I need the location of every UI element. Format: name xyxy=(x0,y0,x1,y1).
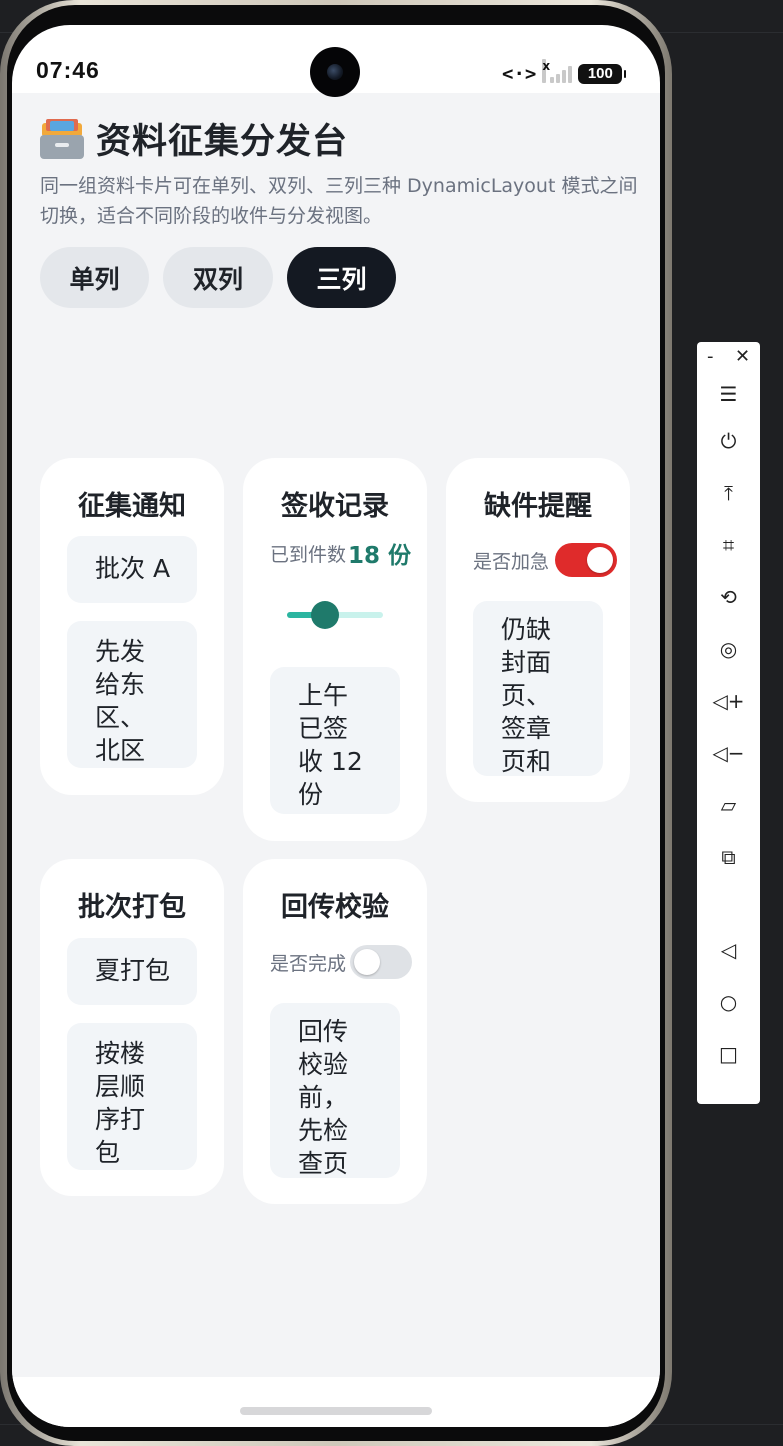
list-item: 仍缺封面页、签章页和 xyxy=(473,601,603,776)
list-item-text: 按楼层顺序打包 xyxy=(95,1039,146,1167)
home-icon[interactable]: ○ xyxy=(697,982,760,1022)
close-button[interactable]: ✕ xyxy=(735,346,750,367)
card-title: 回传校验 xyxy=(281,892,389,923)
back-icon[interactable]: ◁ xyxy=(697,930,760,970)
status-icons: <·> x 100 xyxy=(502,59,627,87)
minimize-button[interactable]: - xyxy=(707,346,714,367)
done-toggle[interactable] xyxy=(350,945,413,979)
list-item: 批次 A xyxy=(67,536,197,603)
list-item-text: 夏打包 xyxy=(95,956,171,985)
done-row: 是否完成 xyxy=(270,945,413,979)
signal-icon: x xyxy=(542,59,573,85)
card-file-box-icon xyxy=(40,118,84,159)
phone-screen: 07:46 <·> x 100 资料征集分发台 同一组资料卡片可在单列、双列、三… xyxy=(12,25,660,1427)
battery-icon: 100 xyxy=(578,64,627,84)
list-item-text: 先发给东区、北区 xyxy=(95,637,146,765)
card-verify: 回传校验 是否完成 回传校验前，先检查页 xyxy=(243,859,427,1204)
list-item-text: 仍缺封面页、签章页和 xyxy=(501,615,552,776)
slider-thumb[interactable] xyxy=(310,601,339,629)
title-row: 资料征集分发台 xyxy=(40,113,348,164)
received-count-label: 已到件数 xyxy=(270,543,347,566)
screenshot-icon[interactable]: ◎ xyxy=(697,629,760,669)
power-icon[interactable]: ⏻ xyxy=(697,421,760,461)
home-indicator[interactable] xyxy=(240,1407,432,1415)
received-count-row: 已到件数 18 份 xyxy=(270,536,411,570)
card-packing: 批次打包 夏打包 按楼层顺序打包 xyxy=(40,859,224,1196)
list-item: 上午已签收 12 份 xyxy=(270,667,400,814)
crop-icon[interactable]: ⌗ xyxy=(697,525,760,565)
list-item: 回传校验前，先检查页 xyxy=(270,1003,400,1178)
layout-button-double[interactable]: 双列 xyxy=(163,247,273,308)
urgent-label: 是否加急 xyxy=(473,550,550,573)
card-title: 签收记录 xyxy=(281,491,389,522)
urgent-row: 是否加急 xyxy=(473,543,618,577)
system-nav-bar xyxy=(12,1377,660,1427)
received-count-value: 18 份 xyxy=(348,543,412,569)
layout-button-single[interactable]: 单列 xyxy=(40,247,149,308)
volume-up-icon[interactable]: ◁+ xyxy=(697,681,760,721)
list-item-text: 批次 A xyxy=(95,554,171,583)
toolbar-window-controls: - ✕ xyxy=(697,346,760,370)
menu-icon[interactable]: ☰ xyxy=(697,374,760,414)
urgent-toggle[interactable] xyxy=(555,543,618,577)
list-item-text: 上午已签收 12 份 xyxy=(298,681,363,809)
card-receipt: 签收记录 已到件数 18 份 上午已签收 12 份 xyxy=(243,458,427,841)
shake-icon[interactable]: ▱ xyxy=(697,785,760,825)
card-missing: 缺件提醒 是否加急 仍缺封面页、签章页和 xyxy=(446,458,630,802)
volume-down-icon[interactable]: ◁− xyxy=(697,733,760,773)
list-item-text: 回传校验前，先检查页 xyxy=(298,1017,349,1178)
received-slider[interactable] xyxy=(287,600,383,630)
page-title: 资料征集分发台 xyxy=(96,122,349,162)
status-time: 07:46 xyxy=(36,57,100,83)
page-subtitle: 同一组资料卡片可在单列、双列、三列三种 DynamicLayout 模式之间切换… xyxy=(40,175,638,227)
front-camera xyxy=(310,47,360,97)
list-item: 先发给东区、北区 xyxy=(67,621,197,768)
list-item: 夏打包 xyxy=(67,938,197,1005)
card-title: 批次打包 xyxy=(78,892,186,923)
no-signal-mark: x xyxy=(542,59,550,83)
card-title: 缺件提醒 xyxy=(484,491,592,522)
recents-icon[interactable]: □ xyxy=(697,1034,760,1074)
rotate-icon[interactable]: ⟲ xyxy=(697,577,760,617)
multi-device-icon[interactable]: ⧉ xyxy=(697,837,760,877)
card-notice: 征集通知 批次 A 先发给东区、北区 xyxy=(40,458,224,795)
pin-top-icon[interactable]: ⤒ xyxy=(697,473,760,513)
layout-button-triple[interactable]: 三列 xyxy=(287,247,396,308)
card-title: 征集通知 xyxy=(78,491,186,522)
done-label: 是否完成 xyxy=(270,952,347,975)
network-sync-icon: <·> xyxy=(502,63,537,85)
emulator-toolbar: - ✕ ☰ ⏻ ⤒ ⌗ ⟲ ◎ ◁+ ◁− ▱ ⧉ ◁ ○ □ xyxy=(697,342,760,1104)
list-item: 按楼层顺序打包 xyxy=(67,1023,197,1170)
